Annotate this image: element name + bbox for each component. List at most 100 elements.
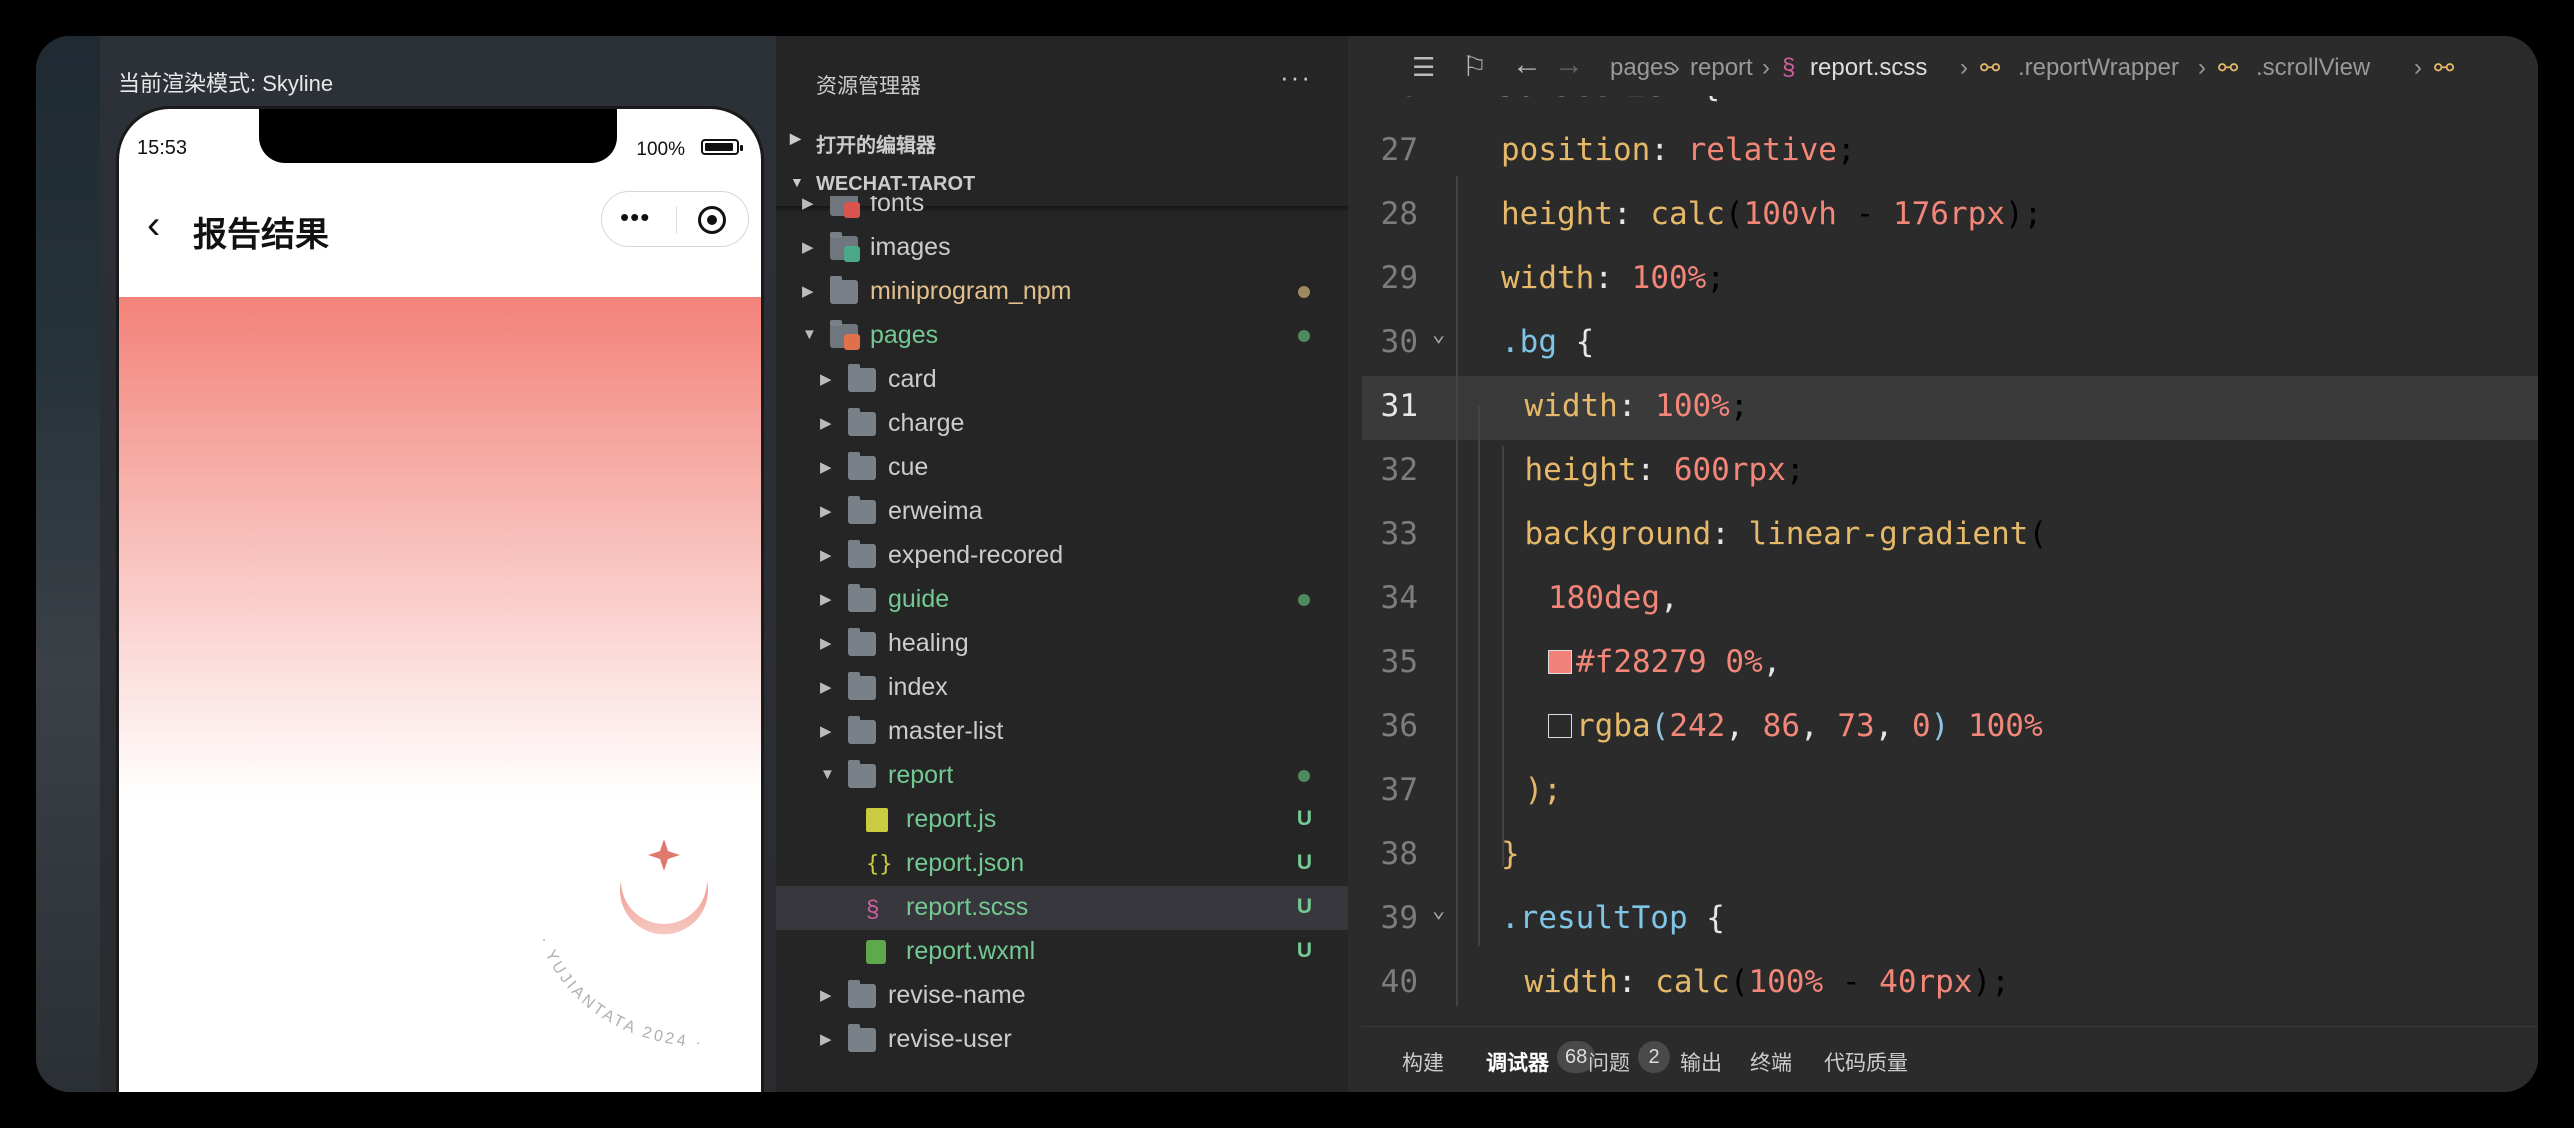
tree-item-revise-name[interactable]: ▶ revise-name bbox=[776, 974, 1348, 1018]
tree-item-report-wxml[interactable]: report.wxml U bbox=[776, 930, 1348, 974]
tree-item-images[interactable]: ▶ images bbox=[776, 226, 1348, 270]
line-number: 27 bbox=[1380, 132, 1418, 168]
chevron-right-icon[interactable]: ▶ bbox=[820, 414, 832, 432]
tree-item-report-scss[interactable]: § report.scss U bbox=[776, 886, 1348, 930]
code-line[interactable]: 30 ⌄ .bg { bbox=[1362, 312, 2538, 376]
chevron-right-icon[interactable]: ▶ bbox=[820, 722, 832, 740]
tree-item-index[interactable]: ▶ index bbox=[776, 666, 1348, 710]
chevron-down-icon[interactable]: ▼ bbox=[802, 326, 817, 343]
bottom-tab[interactable]: 调试器 bbox=[1486, 1047, 1549, 1077]
bookmark-icon[interactable]: ⚐ bbox=[1462, 50, 1487, 83]
code-area[interactable]: 26 .scrollView {27 position: relative; 28 he… bbox=[1362, 96, 2538, 1026]
bottom-tab[interactable]: 问题 bbox=[1588, 1047, 1630, 1077]
tree-item-label: report bbox=[888, 761, 954, 789]
git-status-badge: U bbox=[1296, 807, 1312, 830]
chevron-right-icon[interactable]: ▶ bbox=[820, 590, 832, 608]
tree-item-report-js[interactable]: report.js U bbox=[776, 798, 1348, 842]
code-line[interactable]: 29 width: 100%; bbox=[1362, 248, 2538, 312]
code-line[interactable]: 40 width: calc(100% - 40rpx); bbox=[1362, 952, 2538, 1016]
close-icon[interactable] bbox=[698, 206, 726, 234]
tree-item-report-json[interactable]: {} report.json U bbox=[776, 842, 1348, 886]
code-line[interactable]: 28 height: calc(100vh - 176rpx); bbox=[1362, 184, 2538, 248]
more-icon[interactable]: ••• bbox=[620, 204, 650, 230]
outline-icon[interactable]: ☰ bbox=[1412, 52, 1435, 83]
line-number: 39 bbox=[1380, 900, 1418, 936]
fold-chevron-icon[interactable]: ⌄ bbox=[1432, 898, 1445, 923]
more-actions-icon[interactable]: ··· bbox=[1280, 62, 1312, 93]
chevron-right-icon[interactable]: ▶ bbox=[820, 546, 832, 564]
chevron-down-icon[interactable]: ▼ bbox=[820, 766, 835, 783]
breadcrumb-scroll-view[interactable]: .scrollView bbox=[2256, 54, 2370, 82]
breadcrumb-file[interactable]: report.scss bbox=[1810, 54, 1927, 82]
chevron-right-icon[interactable]: ▶ bbox=[802, 238, 814, 256]
forward-arrow-icon[interactable]: → bbox=[1554, 48, 1584, 82]
bottom-tab[interactable]: 代码质量 bbox=[1824, 1047, 1908, 1077]
back-icon[interactable]: ‹ bbox=[147, 205, 160, 245]
code-line[interactable]: 27 position: relative; bbox=[1362, 120, 2538, 184]
code-line[interactable]: 38} bbox=[1362, 824, 2538, 888]
code-line[interactable]: 37); bbox=[1362, 760, 2538, 824]
tree-item-healing[interactable]: ▶ healing bbox=[776, 622, 1348, 666]
code-line[interactable]: 39 ⌄ .resultTop { bbox=[1362, 888, 2538, 952]
bottom-tab[interactable]: 输出 bbox=[1680, 1047, 1722, 1077]
line-number: 38 bbox=[1380, 836, 1418, 872]
tree-item-erweima[interactable]: ▶ erweima bbox=[776, 490, 1348, 534]
chevron-right-icon[interactable]: ▶ bbox=[820, 502, 832, 520]
code-line[interactable]: 33 background: linear-gradient( bbox=[1362, 504, 2538, 568]
tree-item-master-list[interactable]: ▶ master-list bbox=[776, 710, 1348, 754]
tree-item-label: master-list bbox=[888, 717, 1004, 745]
tree-item-cue[interactable]: ▶ cue bbox=[776, 446, 1348, 490]
chevron-right-icon[interactable]: ▶ bbox=[820, 678, 832, 696]
code-text: height: calc(100vh - 176rpx); bbox=[1501, 196, 2043, 232]
tree-item-expend-recored[interactable]: ▶ expend-recored bbox=[776, 534, 1348, 578]
tree-item-fonts[interactable]: ▶ fonts bbox=[776, 196, 1348, 226]
capsule-divider bbox=[676, 206, 677, 234]
line-number: 40 bbox=[1380, 964, 1418, 1000]
tree-item-revise-user[interactable]: ▶ revise-user bbox=[776, 1018, 1348, 1062]
code-line[interactable]: 26 .scrollView { bbox=[1362, 96, 2538, 120]
tree-item-report[interactable]: ▼ report bbox=[776, 754, 1348, 798]
fold-chevron-icon[interactable]: ⌄ bbox=[1432, 322, 1445, 347]
back-arrow-icon[interactable]: ← bbox=[1512, 48, 1542, 82]
code-line[interactable]: 36 rgba(242, 86, 73, 0) 100% bbox=[1362, 696, 2538, 760]
menu-capsule[interactable]: ••• bbox=[601, 191, 749, 247]
folder-icon bbox=[848, 716, 876, 744]
tree-item-label: card bbox=[888, 365, 937, 393]
line-number: 36 bbox=[1380, 708, 1418, 744]
code-line[interactable]: 35 #f28279 0%, bbox=[1362, 632, 2538, 696]
open-editors-section[interactable]: ▶ 打开的编辑器 bbox=[776, 120, 1348, 160]
phone-screen[interactable]: 15:53 100% ‹ 报告结果 ••• · YUJIANTATA 2024 … bbox=[116, 106, 764, 1092]
color-swatch-icon[interactable] bbox=[1548, 650, 1572, 674]
pages-folder-icon bbox=[830, 320, 860, 350]
tree-item-guide[interactable]: ▶ guide bbox=[776, 578, 1348, 622]
line-number: 31 bbox=[1380, 388, 1418, 424]
color-swatch-icon[interactable] bbox=[1548, 714, 1572, 738]
tree-item-label: guide bbox=[888, 585, 950, 613]
tree-item-pages[interactable]: ▼ pages bbox=[776, 314, 1348, 358]
chevron-right-icon[interactable]: ▶ bbox=[802, 282, 814, 300]
bottom-tab[interactable]: 构建 bbox=[1402, 1047, 1444, 1077]
code-text: .resultTop { bbox=[1501, 900, 1725, 936]
gradient-background bbox=[119, 297, 761, 797]
git-status-dot bbox=[1298, 594, 1310, 606]
tree-item-charge[interactable]: ▶ charge bbox=[776, 402, 1348, 446]
code-line[interactable]: 34 180deg, bbox=[1362, 568, 2538, 632]
chevron-right-icon[interactable]: ▶ bbox=[820, 370, 832, 388]
tree-item-label: miniprogram_npm bbox=[870, 277, 1072, 305]
chevron-right-icon[interactable]: ▶ bbox=[820, 458, 832, 476]
code-line[interactable]: 32 height: 600rpx; bbox=[1362, 440, 2538, 504]
tree-item-miniprogram_npm[interactable]: ▶ miniprogram_npm bbox=[776, 270, 1348, 314]
bottom-tab[interactable]: 终端 bbox=[1750, 1047, 1792, 1077]
code-line[interactable]: 31 width: 100%; bbox=[1362, 376, 2538, 440]
breadcrumb-report[interactable]: report bbox=[1690, 54, 1753, 82]
chevron-right-icon[interactable]: ▶ bbox=[820, 634, 832, 652]
chevron-right-icon[interactable]: ▶ bbox=[802, 196, 814, 212]
code-text: background: linear-gradient( bbox=[1524, 516, 2048, 552]
chevron-right-icon[interactable]: ▶ bbox=[820, 986, 832, 1004]
breadcrumb-pages[interactable]: pages bbox=[1610, 54, 1675, 82]
breadcrumb-separator: › bbox=[1762, 54, 1770, 81]
tree-item-card[interactable]: ▶ card bbox=[776, 358, 1348, 402]
code-text: height: 600rpx; bbox=[1524, 452, 1805, 488]
chevron-right-icon[interactable]: ▶ bbox=[820, 1030, 832, 1048]
breadcrumb-report-wrapper[interactable]: .reportWrapper bbox=[2018, 54, 2179, 82]
